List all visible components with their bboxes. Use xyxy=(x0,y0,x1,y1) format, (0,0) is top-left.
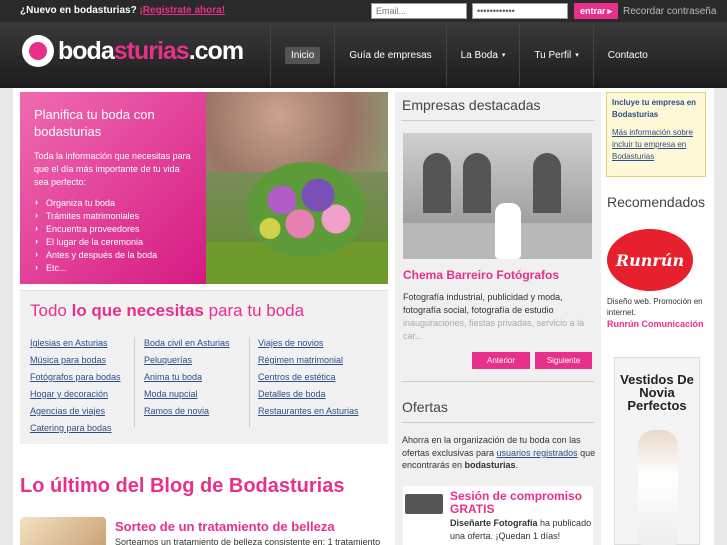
login-button[interactable]: entrar ▸ xyxy=(574,3,618,19)
recommended-heading: Recomendados xyxy=(607,194,706,210)
service-link[interactable]: Fotógrafos para bodas xyxy=(30,371,121,388)
hero-text-panel: Planifica tu boda con bodasturias Toda l… xyxy=(20,92,206,284)
hero-list-item: Encuentra proveedores xyxy=(34,222,192,236)
offer-title[interactable]: Sesión de compromiso GRATIS xyxy=(450,490,590,516)
remember-password-link[interactable]: Recordar contraseña xyxy=(623,6,716,17)
services-column-3: Viajes de novios Régimen matrimonial Cen… xyxy=(258,337,359,422)
nav-la-boda[interactable]: La Boda ▾ xyxy=(445,24,520,86)
register-prompt: ¿Nuevo en bodasturias? ¡Registrate ahora… xyxy=(20,5,225,16)
services-title: Todo lo que necesitas para tu boda xyxy=(30,301,305,320)
service-link[interactable]: Anima tu boda xyxy=(144,371,230,388)
service-link[interactable]: Detalles de boda xyxy=(258,388,359,405)
ofertas-heading: Ofertas xyxy=(402,399,448,415)
email-input[interactable] xyxy=(371,3,467,19)
register-link[interactable]: ¡Registrate ahora! xyxy=(139,5,225,16)
hero-list-item: Trámites matrimoniales xyxy=(34,209,192,223)
hero-list-item: El lugar de la ceremonia xyxy=(34,235,192,249)
service-link[interactable]: Peluquerías xyxy=(144,354,230,371)
service-link[interactable]: Ramos de novia xyxy=(144,405,230,422)
column-divider xyxy=(249,337,250,427)
site-logo[interactable]: bodasturias.com xyxy=(22,35,244,67)
promo-title[interactable]: Incluye tu empresa en Bodasturias xyxy=(612,97,700,121)
divider xyxy=(401,120,594,121)
service-link[interactable]: Moda nupcial xyxy=(144,388,230,405)
column-divider xyxy=(134,337,135,427)
hero-list-item: Organiza tu boda xyxy=(34,196,192,210)
featured-heading: Empresas destacadas xyxy=(402,97,541,113)
hero-list: Organiza tu boda Trámites matrimoniales … xyxy=(34,196,192,275)
divider xyxy=(401,381,594,382)
divider xyxy=(401,422,594,423)
service-link[interactable]: Catering para bodas xyxy=(30,422,121,439)
arrow-right-icon: ▸ xyxy=(607,5,613,16)
hero-bouquet-photo xyxy=(206,92,388,284)
main-nav: Inicio Guía de empresas La Boda ▾ Tu Perf… xyxy=(270,24,662,86)
service-link[interactable]: Régimen matrimonial xyxy=(258,354,359,371)
service-link[interactable]: Centros de estética xyxy=(258,371,359,388)
top-bar: ¿Nuevo en bodasturias? ¡Registrate ahora… xyxy=(0,0,727,22)
promo-more-info-link[interactable]: Más información sobre incluir tu empresa… xyxy=(612,127,700,163)
hero-banner[interactable]: Planifica tu boda con bodasturias Toda l… xyxy=(20,92,388,284)
recommended-description: Diseño web. Promoción en internet. xyxy=(607,297,703,317)
password-input[interactable] xyxy=(472,3,568,19)
services-column-2: Boda civil en Asturias Peluquerías Anima… xyxy=(144,337,230,422)
featured-photo[interactable] xyxy=(403,133,592,259)
nav-guia-empresas[interactable]: Guía de empresas xyxy=(334,24,445,86)
registered-users-link[interactable]: usuarios registrados xyxy=(497,448,578,458)
nav-inicio[interactable]: Inicio xyxy=(270,24,334,86)
nav-tu-perfil[interactable]: Tu Perfil ▾ xyxy=(519,24,592,86)
hero-title: Planifica tu boda con bodasturias xyxy=(34,107,155,139)
hero-list-item: Antes y después de la boda xyxy=(34,248,192,262)
recommended-name-link[interactable]: Runrún Comunicación xyxy=(607,319,707,330)
ofertas-text: Ahorra en la organización de tu boda con… xyxy=(402,435,596,470)
chevron-down-icon: ▾ xyxy=(575,52,579,59)
chevron-down-icon: ▾ xyxy=(501,52,506,59)
service-link[interactable]: Restaurantes en Asturias xyxy=(258,405,359,422)
logo-text: bodasturias.com xyxy=(58,36,244,65)
service-link[interactable]: Hogar y decoración xyxy=(30,388,121,405)
blog-post-title[interactable]: Sorteo de un tratamiento de belleza xyxy=(115,519,335,534)
hero-list-item: Etc... xyxy=(34,261,192,275)
featured-description: Fotografía industrial, publicidad y moda… xyxy=(403,292,585,341)
hero-intro: Toda la información que necesitas para q… xyxy=(34,151,191,187)
site-header: bodasturias.com Inicio Guía de empresas … xyxy=(0,22,727,88)
runrun-logo[interactable]: Runrún xyxy=(607,229,693,291)
blog-thumbnail[interactable] xyxy=(20,517,106,545)
register-question: ¿Nuevo en bodasturias? xyxy=(20,5,137,16)
services-column-1: Iglesias en Asturias Música para bodas F… xyxy=(30,337,121,439)
ad-dress-image xyxy=(638,430,678,545)
blog-heading: Lo último del Blog de Bodasturias xyxy=(20,475,345,497)
service-link[interactable]: Música para bodas xyxy=(30,354,121,371)
previous-button[interactable]: Anterior xyxy=(472,352,530,369)
blog-post-excerpt: Sorteamos un tratamiento de belleza cons… xyxy=(115,537,381,545)
offer-description: Diseñarte Fotografía ha publicado una of… xyxy=(450,518,592,541)
login-label: entrar xyxy=(579,6,606,16)
nav-contacto[interactable]: Contacto xyxy=(592,24,662,86)
services-box: Todo lo que necesitas para tu boda Igles… xyxy=(20,290,388,444)
service-link[interactable]: Iglesias en Asturias xyxy=(30,337,121,354)
ad-text: Vestidos De Novia Perfectos xyxy=(620,372,694,413)
service-link[interactable]: Agencias de viajes xyxy=(30,405,121,422)
next-button[interactable]: Siguiente xyxy=(535,352,592,369)
service-link[interactable]: Viajes de novios xyxy=(258,337,359,354)
featured-company-name[interactable]: Chema Barreiro Fotógrafos xyxy=(403,268,559,282)
camera-icon xyxy=(405,494,443,514)
promo-box: Incluye tu empresa en Bodasturias Más in… xyxy=(606,92,706,177)
heart-logo-icon xyxy=(22,35,54,67)
service-link[interactable]: Boda civil en Asturias xyxy=(144,337,230,354)
